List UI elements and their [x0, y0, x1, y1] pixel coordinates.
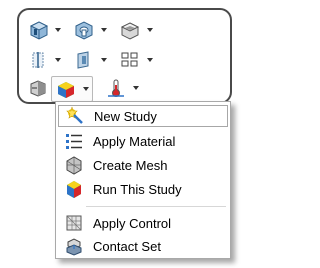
menu-item-run-this-study[interactable]: Run This Study [58, 178, 228, 200]
linear-static-button[interactable] [27, 76, 49, 100]
menu-item-create-mesh[interactable]: Create Mesh [58, 154, 228, 176]
menu-item-new-study[interactable]: New Study [58, 105, 228, 127]
chevron-down-icon[interactable] [133, 86, 139, 90]
hole-wizard-button[interactable] [73, 18, 107, 42]
linear-static-icon [30, 80, 46, 97]
menu-item-apply-control[interactable]: Apply Control [58, 212, 228, 234]
simulation-dropdown-menu: New Study Apply Material Create Mesh Run… [55, 101, 231, 259]
toolbar-row-2 [27, 48, 165, 72]
new-study-icon [66, 106, 83, 124]
chevron-down-icon[interactable] [101, 58, 107, 62]
split-line-button[interactable] [27, 48, 61, 72]
simulation-study-button[interactable] [51, 76, 93, 102]
chevron-down-icon[interactable] [55, 58, 61, 62]
menu-separator [86, 206, 226, 207]
menu-item-label: New Study [94, 108, 157, 124]
thermal-button[interactable] [105, 76, 139, 100]
menu-item-label: Apply Control [93, 215, 172, 231]
pattern-icon [121, 52, 138, 67]
hole-wizard-icon [75, 21, 93, 40]
create-mesh-icon [66, 156, 82, 175]
part-icon [29, 21, 49, 40]
reference-geometry-icon [77, 51, 89, 69]
apply-material-icon [66, 134, 82, 149]
chevron-down-icon[interactable] [55, 28, 61, 32]
chevron-down-icon[interactable] [83, 87, 89, 91]
split-line-icon [32, 52, 44, 68]
toolbar-row-3 [27, 76, 151, 102]
menu-item-apply-material[interactable]: Apply Material [58, 130, 228, 152]
simulation-study-icon [58, 82, 74, 98]
contact-set-icon [66, 238, 82, 256]
apply-control-icon [66, 215, 82, 231]
chevron-down-icon[interactable] [147, 58, 153, 62]
menu-item-label: Create Mesh [93, 157, 168, 173]
part-button[interactable] [27, 18, 61, 42]
chevron-down-icon[interactable] [101, 28, 107, 32]
chevron-down-icon[interactable] [147, 28, 153, 32]
toolbar-row-1 [27, 18, 165, 42]
menu-item-label: Run This Study [93, 181, 182, 197]
run-study-icon [67, 181, 81, 198]
reference-geometry-button[interactable] [73, 48, 107, 72]
menu-item-label: Contact Set [93, 238, 161, 254]
command-toolbar [17, 8, 232, 104]
shell-icon [120, 22, 140, 40]
shell-button[interactable] [119, 18, 153, 42]
pattern-button[interactable] [119, 48, 153, 72]
menu-item-contact-set[interactable]: Contact Set [58, 235, 228, 257]
menu-item-label: Apply Material [93, 133, 176, 149]
thermal-icon [108, 79, 124, 97]
